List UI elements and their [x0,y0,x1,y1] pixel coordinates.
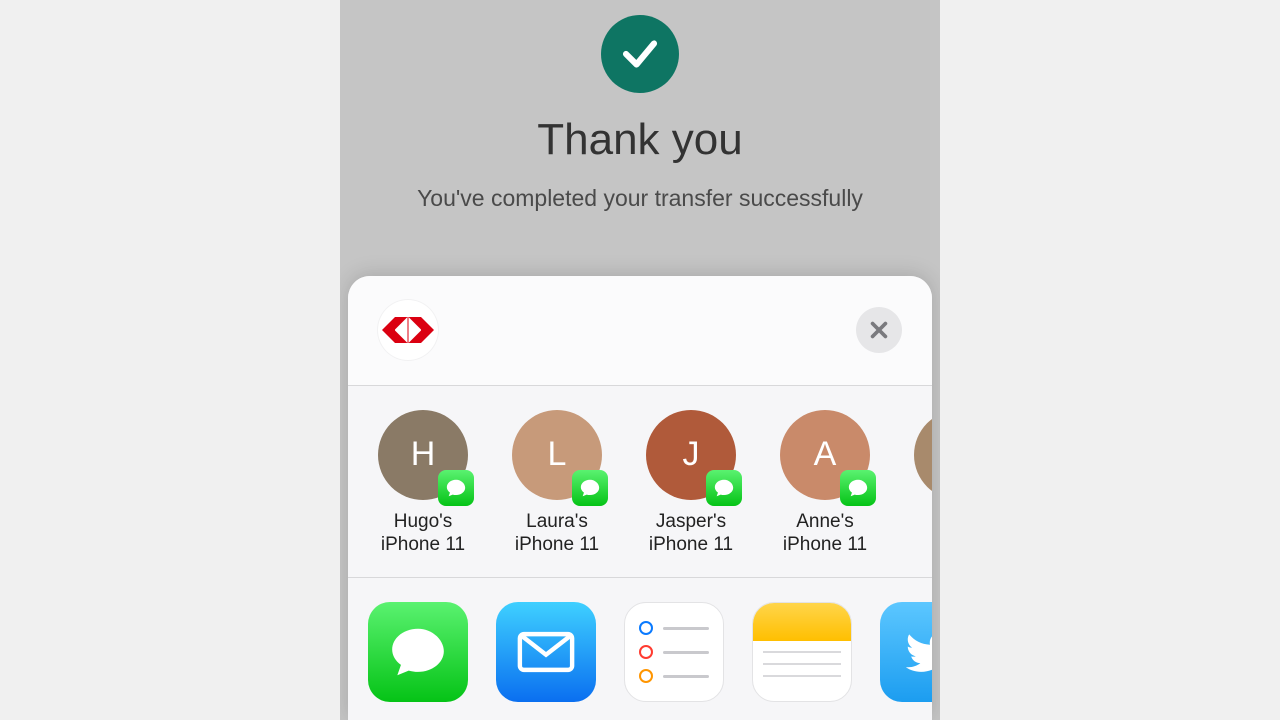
hsbc-logo-icon [383,317,433,343]
share-contact[interactable]: L Laura's iPhone 11 [502,410,612,558]
share-contact[interactable]: H Hugo's iPhone 11 [368,410,478,558]
share-sheet-header [348,276,932,386]
share-contact[interactable]: J Jasper's iPhone 11 [636,410,746,558]
twitter-icon [901,623,932,681]
page-subtitle: You've completed your transfer successfu… [340,185,940,212]
reminders-icon [639,621,709,635]
avatar-image: N [914,410,932,500]
close-icon [868,319,890,341]
contact-name: Anne's iPhone 11 [770,510,880,558]
share-contact[interactable]: N N Mac [904,410,932,558]
notes-icon [753,603,851,641]
close-button[interactable] [856,307,902,353]
avatar: N [914,410,932,500]
app-mail[interactable] [496,602,596,702]
messages-badge-icon [572,470,608,506]
app-reminders[interactable] [624,602,724,702]
avatar: J [646,410,736,500]
avatar: A [780,410,870,500]
messages-badge-icon [706,470,742,506]
contact-name: N Mac [904,510,932,558]
share-sheet: H Hugo's iPhone 11 L Laura's iPhone 11 J [348,276,932,720]
contact-name: Jasper's iPhone 11 [636,510,746,558]
airdrop-contacts-row: H Hugo's iPhone 11 L Laura's iPhone 11 J [348,386,932,579]
app-notes[interactable] [752,602,852,702]
app-messages[interactable] [368,602,468,702]
messages-badge-icon [438,470,474,506]
phone-viewport: Thank you You've completed your transfer… [340,0,940,720]
share-contact[interactable]: A Anne's iPhone 11 [770,410,880,558]
messages-icon [387,621,449,683]
source-app-icon [378,300,438,360]
avatar: H [378,410,468,500]
app-twitter[interactable] [880,602,932,702]
contact-name: Laura's iPhone 11 [502,510,612,558]
mail-icon [513,619,579,685]
messages-badge-icon [840,470,876,506]
contact-name: Hugo's iPhone 11 [368,510,478,558]
share-apps-row [348,578,932,720]
confirmation-panel: Thank you You've completed your transfer… [340,0,940,212]
checkmark-icon [601,15,679,93]
avatar: L [512,410,602,500]
page-title: Thank you [340,115,940,165]
